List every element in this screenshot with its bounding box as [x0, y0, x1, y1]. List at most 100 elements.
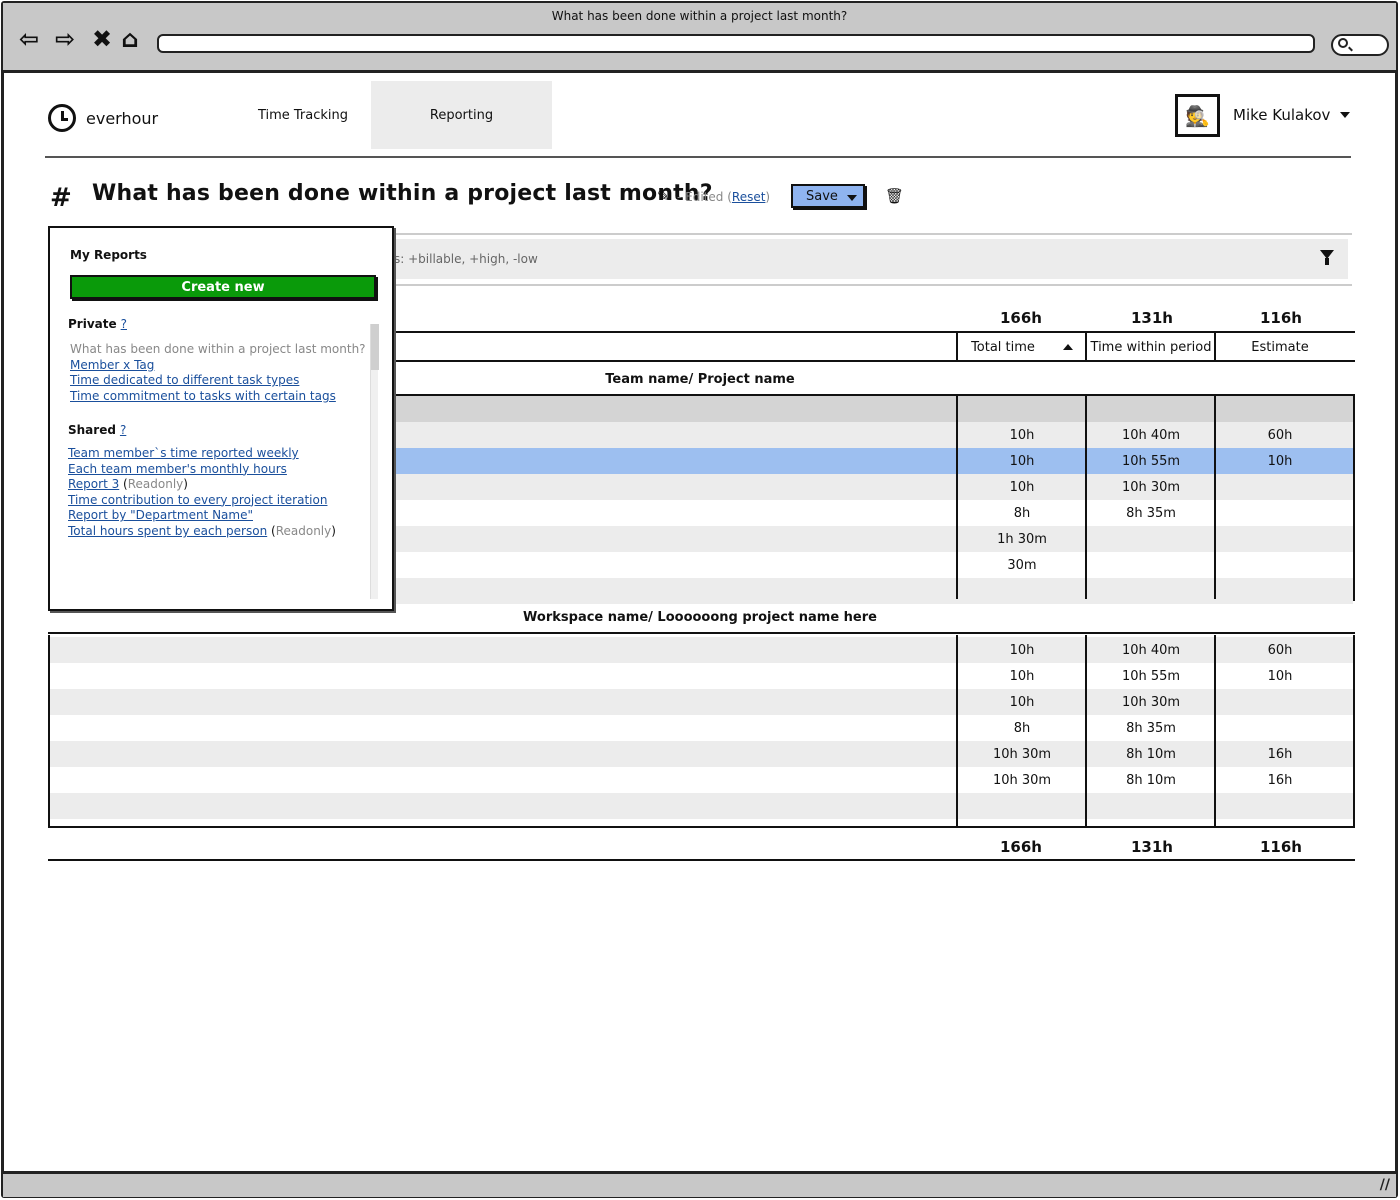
estimate-cell: 10h [1267, 453, 1293, 469]
table-row[interactable]: 10h 10h 40m 60h [50, 637, 1353, 663]
group-table: 10h 10h 40m 60h 10h 10h 55m 10h 10h 10h 30m 8h 8h… [48, 635, 1355, 828]
nav-tab-reporting[interactable]: Reporting [371, 81, 552, 149]
section-label: Private [68, 317, 117, 331]
window-title: What has been done within a project last… [551, 9, 848, 23]
divider [1085, 331, 1087, 362]
report-list-item[interactable]: What has been done within a project last… [70, 342, 366, 356]
create-report-button[interactable]: Create new [70, 275, 376, 299]
browser-search-box[interactable] [1331, 34, 1389, 56]
estimate-cell: 10h [1267, 668, 1293, 684]
report-list-item[interactable]: Total hours spent by each person (Readon… [68, 524, 336, 538]
period-time-cell [1087, 793, 1215, 819]
report-list-item[interactable]: Each team member's monthly hours [68, 462, 287, 476]
forward-arrow-icon[interactable]: ⇨ [51, 25, 79, 53]
estimate-cell [1216, 396, 1344, 422]
report-link[interactable]: Time contribution to every project itera… [68, 493, 327, 507]
chevron-down-icon [1340, 112, 1351, 118]
total-time-sum: 166h [1000, 838, 1042, 856]
filter-icon[interactable] [1320, 250, 1334, 265]
resize-grip-icon[interactable]: // [1380, 1177, 1390, 1193]
report-link[interactable]: Time dedicated to different task types [70, 373, 299, 387]
column-header-total-time[interactable]: Total time [958, 333, 1086, 361]
scrollbar-thumb[interactable] [371, 324, 379, 370]
report-list-item[interactable]: Report by "Department Name" [68, 508, 253, 522]
nav-tab-time-tracking[interactable]: Time Tracking [238, 81, 368, 149]
period-time-cell: 10h 40m [1121, 427, 1181, 443]
estimate-cell: 16h [1267, 772, 1293, 788]
table-row[interactable] [50, 793, 1353, 819]
divider [956, 331, 958, 362]
column-header-estimate[interactable]: Estimate [1216, 333, 1344, 361]
period-time-sum: 131h [1131, 838, 1173, 856]
total-time-cell: 8h [1013, 720, 1031, 736]
total-time-cell: 10h [1009, 479, 1035, 495]
period-time-sum: 131h [1131, 309, 1173, 327]
period-time-cell [1087, 552, 1215, 578]
logo-text: everhour [86, 108, 159, 128]
total-time-cell: 30m [1007, 557, 1037, 573]
private-help-link[interactable]: ? [121, 317, 127, 331]
period-time-cell: 10h 30m [1121, 694, 1181, 710]
report-link[interactable]: Total hours spent by each person [68, 524, 267, 538]
trash-icon[interactable]: 🗑 [885, 187, 904, 205]
table-row[interactable]: 10h 10h 55m 10h [50, 663, 1353, 689]
report-link[interactable]: Each team member's monthly hours [68, 462, 287, 476]
browser-status-bar: // [3, 1171, 1396, 1197]
sort-ascending-icon[interactable] [1062, 344, 1073, 350]
estimate-cell [1216, 578, 1344, 604]
avatar[interactable]: 🕵 [1175, 94, 1220, 137]
period-time-cell [1087, 578, 1215, 604]
report-link[interactable]: Time commitment to tasks with certain ta… [70, 389, 336, 403]
stop-icon[interactable]: ✖ [88, 25, 116, 53]
report-list-item[interactable]: Member x Tag [70, 358, 154, 372]
table-row[interactable]: 10h 30m 8h 10m 16h [50, 741, 1353, 767]
report-list-item[interactable]: Time contribution to every project itera… [68, 493, 327, 507]
column-header-time-within-period[interactable]: Time within period [1087, 333, 1215, 361]
user-menu[interactable]: Mike Kulakov [1233, 106, 1351, 124]
report-list-item[interactable]: Time dedicated to different task types [70, 373, 299, 387]
scrollbar[interactable] [370, 324, 379, 599]
chevron-down-icon[interactable] [847, 195, 857, 201]
table-row[interactable]: 10h 30m 8h 10m 16h [50, 767, 1353, 793]
report-list-item[interactable]: Time commitment to tasks with certain ta… [70, 389, 336, 403]
report-link[interactable]: Team member`s time reported weekly [68, 446, 299, 460]
period-time-cell [1087, 396, 1215, 422]
period-time-cell: 8h 35m [1126, 720, 1176, 736]
save-button[interactable]: Save [791, 184, 865, 208]
spy-avatar-icon: 🕵 [1185, 103, 1210, 128]
estimate-cell: 60h [1267, 427, 1293, 443]
back-arrow-icon[interactable]: ⇦ [15, 25, 43, 53]
report-link[interactable]: Report 3 [68, 477, 119, 491]
shared-section-label: Shared? [68, 423, 126, 437]
column-divider [1085, 396, 1087, 599]
shared-help-link[interactable]: ? [120, 423, 126, 437]
browser-toolbar: What has been done within a project last… [3, 3, 1396, 73]
address-bar[interactable] [157, 34, 1315, 53]
app-logo[interactable]: everhour [48, 104, 158, 132]
estimate-cell [1216, 689, 1344, 715]
divider [48, 632, 1355, 634]
page-title[interactable]: What has been done within a project last… [92, 181, 713, 206]
table-row[interactable]: 10h 10h 30m [50, 689, 1353, 715]
grid-icon: # [50, 183, 72, 213]
report-link[interactable]: Report by "Department Name" [68, 508, 253, 522]
save-label: Save [806, 188, 838, 204]
period-time-cell: 8h 10m [1126, 746, 1176, 762]
period-time-cell: 10h 55m [1121, 668, 1181, 684]
period-time-cell: 10h 30m [1121, 479, 1181, 495]
column-divider [956, 635, 958, 826]
report-list-item[interactable]: Team member`s time reported weekly [68, 446, 299, 460]
estimate-sum: 116h [1260, 309, 1302, 327]
total-time-cell: 10h [1009, 453, 1035, 469]
home-icon[interactable]: ⌂ [116, 25, 144, 53]
column-divider [1085, 635, 1087, 826]
estimate-cell: 60h [1267, 642, 1293, 658]
report-link[interactable]: What has been done within a project last… [70, 342, 366, 356]
report-link[interactable]: Member x Tag [70, 358, 154, 372]
table-row[interactable]: 8h 8h 35m [50, 715, 1353, 741]
filter-text: s: +billable, +high, -low [394, 252, 538, 266]
column-header-label: Total time [971, 339, 1035, 355]
reset-link[interactable]: Reset [732, 190, 766, 204]
report-list-item[interactable]: Report 3 (Readonly) [68, 477, 188, 491]
pencil-icon[interactable]: ✎ [657, 187, 670, 205]
